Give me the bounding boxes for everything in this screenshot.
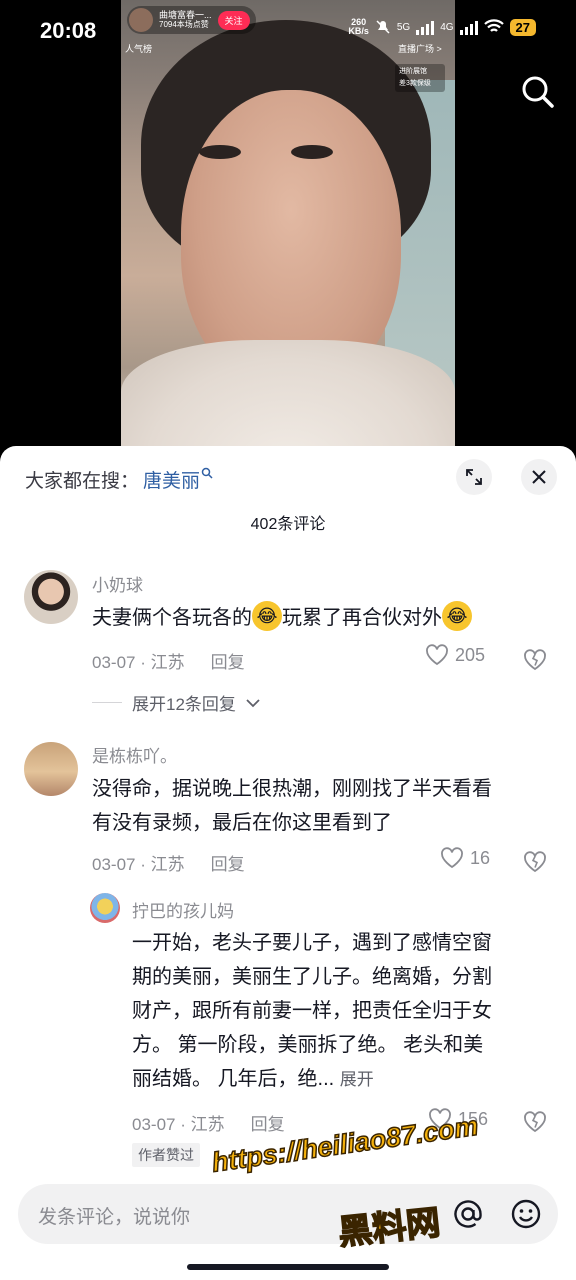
expand-replies-label: 展开12条回复	[132, 695, 236, 714]
live-host-info[interactable]: 曲塘富春一... 7094本场点赞 关注	[127, 6, 256, 34]
search-icon[interactable]	[518, 72, 558, 112]
signal-icon-2	[459, 19, 478, 35]
comment-date: 03-07	[92, 855, 136, 874]
emoji-icon[interactable]	[510, 1198, 542, 1230]
close-button[interactable]	[521, 459, 557, 495]
comment-text: 没得命，据说晚上很热潮，刚刚找了半天看看 有没有录频，最后在你这里看到了	[92, 772, 492, 840]
reply-date: 03-07	[132, 1115, 176, 1134]
comment-meta: 03-07 · 江苏 回复	[92, 850, 245, 875]
progress-line-1: 进阶展馆	[399, 68, 427, 75]
progress-badge[interactable]: 进阶展馆 差3款保级	[395, 64, 445, 92]
expand-text-link[interactable]: 展开	[340, 1070, 374, 1089]
host-sweater	[121, 340, 455, 460]
reply-date-location: 03-07 · 江苏	[132, 1115, 225, 1134]
comment-date-location: 03-07 · 江苏	[92, 653, 185, 672]
reply-username[interactable]: 拧巴的孩儿妈	[132, 897, 234, 922]
host-name: 曲塘富春一...	[159, 10, 212, 20]
wifi-icon	[483, 19, 504, 32]
battery-indicator: 27	[509, 18, 536, 36]
reply-text: 一开始，老头子要儿子，遇到了感情空窗 期的美丽，美丽生了儿子。绝离婚，分割 财产…	[132, 926, 492, 1097]
comment-location: 江苏	[150, 653, 185, 672]
host-eye-right	[291, 145, 333, 159]
crying-laugh-emoji: 😂	[442, 600, 472, 631]
reply-text-line: 一开始，老头子要儿子，遇到了感情空窗	[132, 932, 492, 954]
broken-heart-icon[interactable]	[522, 1108, 548, 1134]
like-button[interactable]: 16	[440, 847, 490, 869]
comment-text-part2: 玩累了再合伙对外	[282, 607, 442, 629]
reply-text-line: 丽结婚。 几年后，绝...	[132, 1068, 335, 1090]
fullscreen-button[interactable]	[456, 459, 492, 495]
host-eye-left	[199, 145, 241, 159]
follow-button[interactable]: 关注	[217, 10, 250, 30]
progress-line-2: 差3款保级	[399, 80, 431, 87]
comment-username[interactable]: 小奶球	[92, 571, 143, 596]
broken-heart-icon[interactable]	[522, 848, 548, 874]
host-name-block: 曲塘富春一... 7094本场点赞	[159, 10, 212, 30]
comment-location: 江苏	[150, 855, 185, 874]
hot-search[interactable]: 大家都在搜： 唐美丽	[25, 466, 213, 493]
host-avatar[interactable]	[129, 8, 153, 32]
comment-text-part1: 夫妻俩个各玩各的	[92, 607, 252, 629]
status-time: 20:08	[40, 18, 97, 43]
avatar[interactable]	[24, 570, 78, 624]
broken-heart-icon[interactable]	[522, 646, 548, 672]
close-icon	[532, 470, 546, 484]
popularity-rank[interactable]: 人气榜	[125, 42, 152, 55]
avatar[interactable]	[24, 742, 78, 796]
network-type-2: 4G	[440, 21, 454, 33]
comment-input-placeholder: 发条评论，说说你	[38, 1207, 191, 1228]
avatar[interactable]	[90, 893, 120, 923]
reply-text-line: 财产，跟所有前妻一样，把责任全归于女	[132, 1000, 492, 1022]
comment-meta: 03-07 · 江苏 回复	[92, 648, 245, 673]
reply-location: 江苏	[190, 1115, 225, 1134]
comment-date-location: 03-07 · 江苏	[92, 855, 185, 874]
hot-search-term[interactable]: 唐美丽	[143, 466, 200, 493]
fullscreen-icon	[466, 469, 482, 485]
signal-icon	[416, 19, 435, 35]
reply-text-line: 方。 第一阶段，美丽拆了绝。 老头和美	[132, 1034, 484, 1056]
comment-username[interactable]: 是栋栋吖。	[92, 742, 177, 767]
network-type-1: 5G	[396, 21, 411, 33]
mention-icon[interactable]	[450, 1196, 486, 1232]
home-indicator[interactable]	[187, 1264, 389, 1270]
network-speed: 260 KB/s	[348, 18, 369, 36]
host-likes: 7094本场点赞	[159, 20, 209, 29]
heart-icon	[441, 847, 463, 869]
comment-sheet-header: 大家都在搜： 唐美丽	[0, 446, 576, 506]
comment-input[interactable]: 发条评论，说说你	[18, 1184, 558, 1244]
comment-text-line: 没得命，据说晚上很热潮，刚刚找了半天看看	[92, 778, 492, 800]
comment-text-line: 有没有录频，最后在你这里看到了	[92, 812, 392, 834]
heart-icon	[426, 644, 448, 666]
status-icons: 260 KB/s 5G 4G 27	[348, 18, 536, 36]
reply-text-line: 期的美丽，美丽生了儿子。绝离婚，分割	[132, 966, 492, 988]
like-button[interactable]: 205	[425, 644, 485, 666]
crying-laugh-emoji: 😂	[252, 600, 282, 631]
small-search-icon	[201, 467, 213, 482]
reply-button[interactable]: 回复	[211, 648, 245, 673]
comment-date: 03-07	[92, 653, 136, 672]
comment-count: 402条评论	[250, 516, 326, 533]
reply-button[interactable]: 回复	[251, 1110, 285, 1135]
author-liked-badge: 作者赞过	[132, 1143, 200, 1167]
like-count: 16	[470, 847, 491, 868]
chevron-down-icon	[246, 698, 260, 707]
reply-button[interactable]: 回复	[211, 850, 245, 875]
hot-search-prefix: 大家都在搜：	[25, 471, 140, 492]
network-speed-unit: KB/s	[348, 26, 369, 36]
live-video[interactable]: 曲塘富春一... 7094本场点赞 关注 人气榜 直播广场 > 进阶展馆 差3款…	[0, 0, 576, 460]
like-count: 205	[455, 644, 486, 665]
reply-meta: 03-07 · 江苏 回复	[132, 1110, 285, 1135]
live-plaza-link[interactable]: 直播广场 >	[398, 42, 442, 55]
mute-icon	[376, 20, 390, 34]
divider	[92, 702, 122, 703]
comment-text: 夫妻俩个各玩各的 😂 玩累了再合伙对外 😂	[92, 600, 472, 635]
expand-replies-button[interactable]: 展开12条回复	[92, 690, 260, 715]
